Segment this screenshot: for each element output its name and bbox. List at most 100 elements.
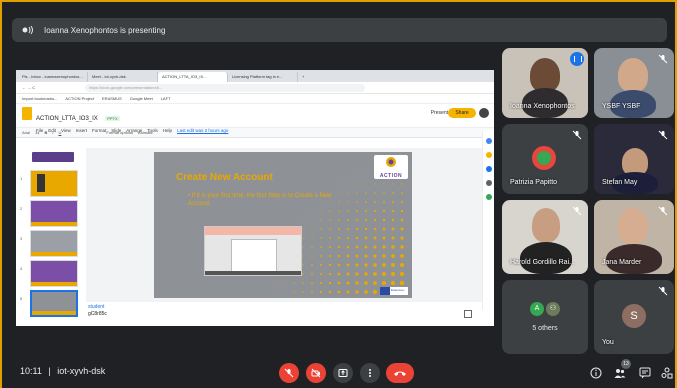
pattern-dot [365,201,367,203]
pattern-dot [346,236,350,240]
tasks-icon [485,166,492,172]
pattern-dot [399,262,405,268]
pattern-dot [337,281,341,285]
meeting-info: 10:11 | iot-xyvh-dsk [20,366,105,376]
others-tile[interactable]: A ⚇ 5 others [502,280,588,354]
pattern-dot [319,290,323,294]
pattern-dot [374,183,376,185]
bookmark: LAFT [160,96,171,101]
browser-tab: Licensing Platform tag in e... [228,72,298,82]
participant-video-body [520,242,572,274]
pattern-dot [284,282,286,284]
pattern-dot [302,264,304,266]
avatar-inner [537,151,551,165]
pattern-dot [302,273,304,275]
thumb-phone [37,174,45,192]
pattern-dot [311,246,313,248]
participant-avatar [532,146,556,170]
pattern-dot [320,228,322,230]
browser-tab: Pis - Inbox - ioannaxenophontos... [18,72,88,82]
pattern-dot [338,228,340,230]
participant-name: Ioanna Xenophontos [510,103,575,110]
browser-tab-active: ACTION_LTTA_IO3_IX... [158,72,228,82]
pattern-dot [382,254,386,258]
thumb-bar [31,282,77,286]
pattern-dot [302,291,304,293]
pattern-dot [355,218,359,222]
pattern-dot [337,236,341,240]
pattern-dot [391,218,395,222]
pattern-dot [338,219,340,221]
calendar-icon [485,138,492,144]
activities-icon[interactable] [661,367,673,379]
pattern-dot [320,237,322,239]
present-now-button[interactable] [333,363,353,383]
shared-screen: Pis - Inbox - ioannaxenophontos... Meet … [16,70,494,326]
pattern-dot [373,281,377,285]
pattern-dot [302,246,304,248]
menu-item: Help [162,128,173,133]
side-panel-icons [482,130,494,310]
participant-tile[interactable]: Patrizia Papitto [502,124,588,194]
participant-name: YSBF YSBF [602,103,641,110]
participant-video [530,58,560,92]
mic-off-icon [658,130,668,140]
slide-number: 4 [20,266,23,271]
pattern-dot [355,254,359,258]
leave-call-button[interactable] [386,363,414,383]
pattern-dot [337,272,341,276]
chat-icon[interactable] [639,367,651,379]
participant-avatar: A [530,302,544,316]
others-count: 5 others [532,325,558,332]
bookmark: ACTION Project [65,96,95,101]
pattern-dot [337,263,341,267]
pattern-dot [311,273,313,275]
pattern-dot [347,219,349,221]
pattern-dot [355,272,359,276]
pattern-dot [390,280,396,286]
mic-toggle-button[interactable] [279,363,299,383]
participant-tile[interactable]: Jana Marder [594,200,674,274]
camera-toggle-button[interactable] [306,363,326,383]
thumb-bar [32,311,76,315]
thumb-bar [31,222,77,226]
keep-icon [485,152,492,158]
pattern-dot [328,281,332,285]
info-icon[interactable] [590,367,602,379]
people-icon[interactable] [614,367,626,379]
participant-name: Stefan May [602,179,638,186]
menu-item: Insert [75,128,87,133]
new-tab-button: + [302,74,305,79]
pattern-dot [356,192,358,194]
pattern-dot [364,281,368,285]
nav-arrows-icon: ← → C [22,85,36,90]
screenshot-panel [231,239,277,273]
participant-tile[interactable]: Ioanna Xenophontos [502,48,588,118]
self-tile[interactable]: S You [594,280,674,354]
mic-off-icon [284,368,294,378]
pattern-dot [382,236,386,240]
more-vert-icon [369,369,371,377]
participant-tile[interactable]: Stefan May [594,124,674,194]
pattern-dot [400,236,404,240]
participant-tile[interactable]: Harold Gordillo Rai... [502,200,588,274]
slides-logo-icon [22,107,32,120]
pattern-dot [373,263,377,267]
pattern-dot [275,282,277,284]
pattern-dot [373,218,377,222]
pattern-dot [382,227,386,231]
more-options-button[interactable] [360,363,380,383]
pattern-dot [338,210,340,212]
pattern-dot [275,291,277,293]
slide-thumbnail [30,230,78,257]
present-screen-icon [338,369,348,377]
participant-avatar: ⚇ [546,302,560,316]
pattern-dot [284,291,286,293]
pattern-dot [311,210,313,212]
slide-thumbnail [30,170,78,197]
pattern-dot [346,254,350,258]
pattern-dot [329,246,331,248]
pattern-dot [347,183,349,185]
participant-tile[interactable]: YSBF YSBF [594,48,674,118]
thumb-bar [31,252,77,256]
